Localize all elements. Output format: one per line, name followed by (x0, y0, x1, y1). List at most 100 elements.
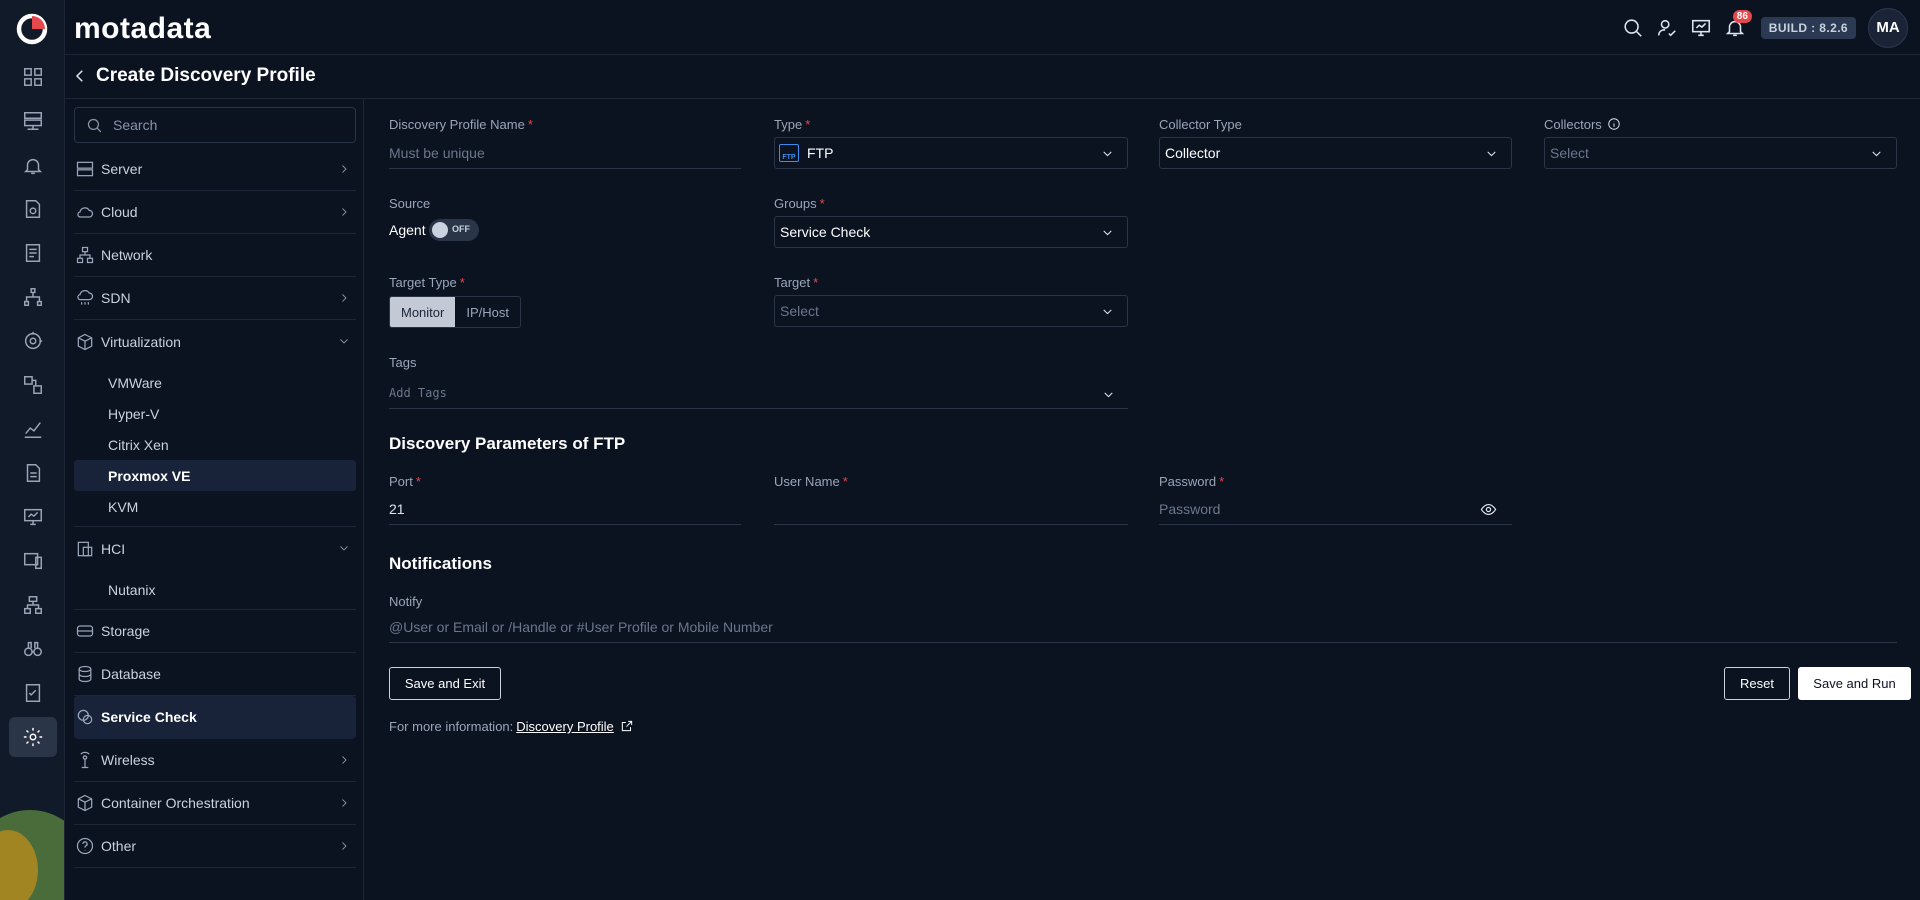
metric-explorer-icon[interactable] (9, 409, 57, 449)
user-check-icon[interactable] (1651, 12, 1683, 44)
network-diagram-icon[interactable] (9, 585, 57, 625)
search-icon[interactable] (1617, 12, 1649, 44)
category-server[interactable]: Server (74, 148, 356, 191)
chevron-right-icon (338, 162, 352, 176)
category-label: Wireless (101, 752, 155, 768)
user-name-input[interactable] (774, 495, 1128, 523)
category-network[interactable]: Network (74, 234, 356, 277)
dashboard-icon[interactable] (9, 57, 57, 97)
category-label: Storage (101, 623, 151, 639)
sub-item-vmware[interactable]: VMWare (74, 367, 356, 398)
target-select[interactable]: Select (774, 295, 1128, 327)
user-name-field[interactable] (774, 495, 1128, 525)
category-sdn[interactable]: SDN (74, 277, 356, 320)
chevron-down-icon (338, 334, 352, 348)
type-value: FTP (807, 145, 834, 161)
binoculars-icon[interactable] (9, 629, 57, 669)
container-icon (74, 792, 96, 814)
virtualization-sublist: VMWare Hyper-V Citrix Xen Proxmox VE KVM (74, 363, 356, 527)
groups-select[interactable]: Service Check (774, 216, 1128, 248)
external-link-icon[interactable] (620, 719, 634, 733)
user-avatar[interactable]: MA (1868, 7, 1908, 48)
category-service-check[interactable]: Service Check (74, 696, 356, 739)
server-icon (74, 158, 96, 180)
type-select[interactable]: FTP FTP (774, 137, 1128, 169)
target-type-ip-host[interactable]: IP/Host (455, 297, 520, 327)
back-arrow-icon[interactable] (71, 67, 91, 87)
icon-rail (0, 0, 65, 900)
document-icon[interactable] (9, 453, 57, 493)
alert-bell-icon[interactable] (9, 146, 57, 186)
target-type-segment: Monitor IP/Host (389, 296, 521, 328)
cube-icon (74, 331, 96, 353)
chevron-right-icon (338, 839, 352, 853)
brand-logo[interactable]: motadata (74, 12, 211, 46)
sub-item-hyper-v[interactable]: Hyper-V (74, 398, 356, 429)
tags-field[interactable] (389, 379, 1128, 409)
info-icon[interactable] (1607, 117, 1621, 131)
category-label: Container Orchestration (101, 795, 250, 811)
storage-icon (74, 620, 96, 642)
category-label: Cloud (101, 204, 138, 220)
category-container-orchestration[interactable]: Container Orchestration (74, 782, 356, 825)
password-field[interactable] (1159, 495, 1512, 525)
notify-field[interactable] (389, 613, 1897, 643)
tags-input[interactable] (389, 379, 1128, 407)
discovery-profile-link[interactable]: Discovery Profile (516, 719, 614, 734)
port-label: Port * (389, 474, 421, 489)
sub-item-citrix-xen[interactable]: Citrix Xen (74, 429, 356, 460)
category-search[interactable] (74, 107, 356, 143)
checklist-icon[interactable] (9, 673, 57, 713)
more-info-text: For more information: Discovery Profile (389, 719, 634, 734)
device-icon[interactable] (9, 541, 57, 581)
category-label: Service Check (101, 709, 197, 725)
bell-icon[interactable]: 86 (1719, 9, 1752, 44)
discovery-icon[interactable] (9, 321, 57, 361)
motadata-logo-icon[interactable] (15, 12, 49, 46)
category-database[interactable]: Database (74, 653, 356, 696)
target-type-monitor[interactable]: Monitor (390, 297, 456, 327)
compliance-icon[interactable] (9, 189, 57, 229)
collectors-placeholder: Select (1550, 145, 1589, 161)
topology-icon[interactable] (9, 277, 57, 317)
eye-icon[interactable] (1480, 501, 1498, 519)
flow-icon[interactable] (9, 365, 57, 405)
save-and-run-button[interactable]: Save and Run (1798, 667, 1911, 700)
notify-input[interactable] (389, 613, 1897, 641)
category-label: Network (101, 247, 153, 263)
report-icon[interactable] (9, 233, 57, 273)
category-cloud[interactable]: Cloud (74, 191, 356, 234)
hci-sublist: Nutanix (74, 570, 356, 610)
desktop-icon[interactable] (9, 497, 57, 537)
save-and-exit-button[interactable]: Save and Exit (389, 667, 501, 700)
password-input[interactable] (1159, 495, 1512, 523)
profile-name-field[interactable] (389, 139, 741, 169)
chevron-right-icon (338, 205, 352, 219)
category-search-input[interactable] (113, 108, 349, 142)
agent-toggle[interactable]: OFF (429, 219, 479, 241)
category-virtualization[interactable]: Virtualization (74, 320, 356, 363)
user-name-label: User Name * (774, 474, 848, 489)
server-icon[interactable] (9, 101, 57, 141)
sub-item-kvm[interactable]: KVM (74, 491, 356, 522)
target-placeholder: Select (780, 303, 819, 319)
port-input[interactable] (389, 495, 741, 523)
profile-name-input[interactable] (389, 139, 741, 167)
category-other[interactable]: Other (74, 825, 356, 868)
category-wireless[interactable]: Wireless (74, 739, 356, 782)
collector-type-select[interactable]: Collector (1159, 137, 1512, 169)
port-field[interactable] (389, 495, 741, 525)
settings-icon[interactable] (9, 717, 57, 757)
category-storage[interactable]: Storage (74, 610, 356, 653)
question-icon (74, 835, 96, 857)
sub-item-nutanix[interactable]: Nutanix (74, 574, 356, 605)
category-hci[interactable]: HCI (74, 527, 356, 570)
sub-item-proxmox-ve[interactable]: Proxmox VE (74, 460, 356, 491)
monitor-icon[interactable] (1685, 12, 1717, 44)
cloud-icon (74, 201, 96, 223)
reset-button[interactable]: Reset (1724, 667, 1790, 700)
chevron-down-icon (338, 541, 352, 555)
collectors-select[interactable]: Select (1544, 137, 1897, 169)
sdn-icon (74, 287, 96, 309)
search-icon (87, 118, 102, 133)
